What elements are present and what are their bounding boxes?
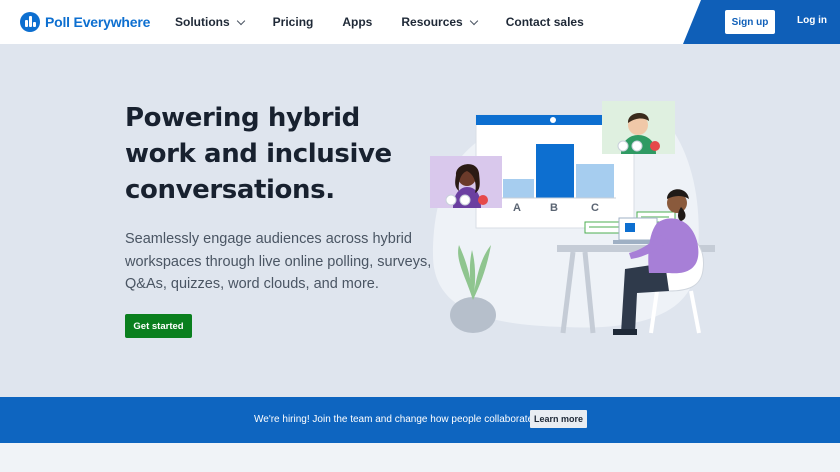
poll-label-c: C (591, 202, 599, 214)
hiring-banner-text: We're hiring! Join the team and change h… (254, 414, 536, 425)
page-footer-strip (0, 443, 840, 472)
nav-item-label: Pricing (272, 15, 314, 29)
hero-subtext: Seamlessly engage audiences across hybri… (125, 231, 432, 292)
learn-more-button[interactable]: Learn more (530, 410, 587, 428)
get-started-button[interactable]: Get started (125, 314, 192, 338)
nav-item-label: Solutions (175, 15, 230, 29)
hero-headline: Powering hybrid work and inclusive conve… (125, 103, 392, 205)
plant-pot (450, 297, 496, 333)
nav-item-label: Resources (401, 15, 463, 29)
signup-button[interactable]: Sign up (725, 10, 775, 34)
poll-bar-a (503, 179, 534, 198)
nav-item-solutions[interactable]: Solutions (175, 15, 245, 29)
login-link[interactable]: Log in (797, 15, 827, 26)
chevron-down-icon (236, 16, 245, 25)
poll-bar-b (536, 144, 574, 198)
nav-item-label: Apps (342, 15, 373, 29)
nav-item-label: Contact sales (505, 15, 584, 29)
poll-everywhere-logo-icon (20, 12, 40, 32)
top-navigation: Poll Everywhere Solutions Pricing Apps R… (0, 0, 840, 44)
poll-bar-c (576, 164, 614, 198)
poll-label-b: B (550, 202, 558, 214)
brand-logo[interactable]: Poll Everywhere (20, 12, 150, 32)
nav-item-resources[interactable]: Resources (401, 15, 478, 29)
nav-item-pricing[interactable]: Pricing (273, 15, 314, 29)
chevron-down-icon (469, 16, 478, 25)
hybrid-work-illustration: A B C (430, 101, 715, 335)
poll-label-a: A (513, 202, 521, 214)
nav-item-apps[interactable]: Apps (342, 15, 372, 29)
nav-item-contact-sales[interactable]: Contact sales (506, 15, 584, 29)
nav-links: Solutions Pricing Apps Resources Contact… (175, 0, 584, 44)
brand-name: Poll Everywhere (45, 14, 151, 30)
